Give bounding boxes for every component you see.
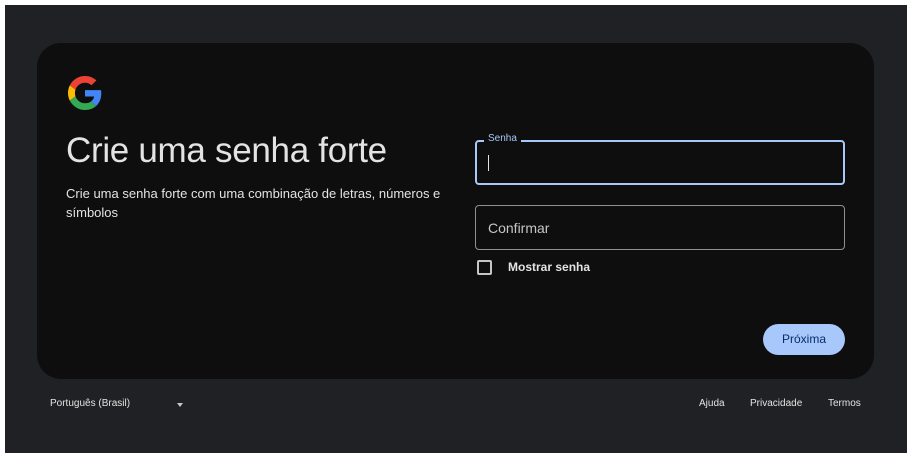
dropdown-arrow-icon[interactable]: [177, 403, 183, 407]
show-password-toggle[interactable]: Mostrar senha: [477, 259, 590, 275]
show-password-checkbox[interactable]: [477, 259, 492, 275]
password-field-label: Senha: [484, 133, 521, 144]
confirm-password-field[interactable]: [475, 205, 845, 250]
next-button[interactable]: Próxima: [763, 324, 845, 355]
page-title: Crie uma senha forte: [66, 131, 387, 170]
language-selector[interactable]: Português (Brasil): [50, 398, 130, 409]
google-logo-icon: [68, 76, 102, 110]
text-caret: [488, 155, 489, 171]
footer-link-terms[interactable]: Termos: [828, 398, 861, 409]
page-subtitle: Crie uma senha forte com uma combinação …: [66, 186, 441, 220]
signup-card: Crie uma senha forte Crie uma senha fort…: [37, 43, 874, 379]
footer: Português (Brasil) Ajuda Privacidade Ter…: [5, 397, 907, 413]
page: Crie uma senha forte Crie uma senha fort…: [5, 5, 907, 453]
confirm-password-input[interactable]: [476, 206, 844, 249]
footer-link-privacy[interactable]: Privacidade: [750, 398, 802, 409]
show-password-label[interactable]: Mostrar senha: [508, 260, 590, 274]
password-field[interactable]: Senha: [475, 133, 845, 185]
footer-link-help[interactable]: Ajuda: [699, 398, 725, 409]
